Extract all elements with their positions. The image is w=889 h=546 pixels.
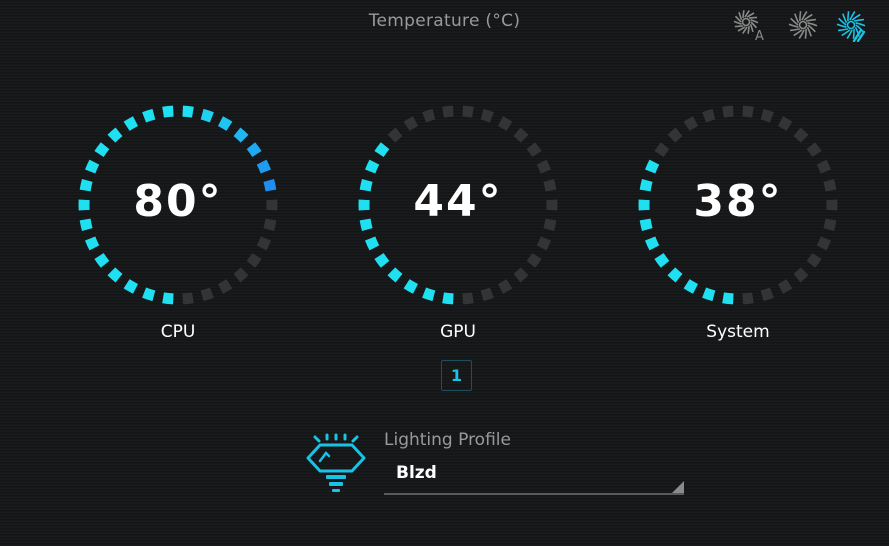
lighting-profile-icon	[300, 432, 372, 494]
system-gauge-label: System	[706, 322, 770, 342]
gauge-segment	[683, 279, 699, 294]
gauge-segment	[246, 252, 262, 268]
gauge-segment	[107, 127, 123, 143]
fan-mode-auto-button[interactable]: A	[732, 8, 766, 42]
gauge-segment	[246, 142, 262, 158]
fan-max-icon	[788, 11, 818, 39]
cpu-gauge-label: CPU	[160, 322, 196, 342]
gauge-segment	[722, 105, 734, 118]
gauge-segment	[387, 267, 403, 283]
gauge-segment	[654, 252, 670, 268]
gauge-segment	[497, 279, 513, 294]
gauge-segment	[107, 267, 123, 283]
svg-text:A: A	[755, 29, 764, 42]
dropdown-underline	[384, 493, 684, 495]
gauge-segment	[374, 142, 390, 158]
fan-auto-icon: A	[733, 10, 764, 42]
fan-custom-icon	[836, 11, 866, 42]
gauge-segment	[667, 127, 683, 143]
gauge-segment	[182, 292, 194, 305]
system-gauge: 38° System	[633, 100, 843, 342]
gauge-segment	[233, 267, 249, 283]
lighting-profile-value: Blzd	[396, 463, 437, 483]
gauge-segment	[256, 236, 271, 251]
gauge-segment	[742, 292, 754, 305]
gauge-segment	[123, 116, 139, 131]
fan-mode-max-button[interactable]	[786, 8, 820, 42]
gauge-segment	[760, 287, 774, 302]
gauge-segment	[442, 292, 454, 305]
gauge-segment	[645, 236, 660, 251]
gauge-segment	[365, 236, 380, 251]
gauge-segment	[536, 236, 551, 251]
cpu-gauge: 80° CPU	[73, 100, 283, 342]
gauge-segment	[462, 292, 474, 305]
gauge-segment	[702, 108, 716, 123]
gauge-segment	[94, 252, 110, 268]
gauge-segment	[422, 108, 436, 123]
gpu-gauge: 44° GPU	[353, 100, 563, 342]
gauge-segment	[374, 252, 390, 268]
gauge-segment	[123, 279, 139, 294]
gauge-segment	[806, 142, 822, 158]
gpu-gauge-label: GPU	[440, 322, 476, 342]
gauge-segment	[777, 116, 793, 131]
gauge-segment	[513, 127, 529, 143]
gpu-temperature-value: 44°	[413, 176, 503, 227]
gauge-segment	[403, 279, 419, 294]
lighting-profile-dropdown[interactable]: Blzd	[384, 455, 684, 495]
gauge-segment	[85, 159, 100, 174]
gauge-segment	[722, 292, 734, 305]
system-temperature-value: 38°	[693, 176, 783, 227]
gauge-segment	[442, 105, 454, 118]
gauge-segment	[256, 159, 271, 174]
gauge-segment	[200, 108, 214, 123]
gauge-segment	[403, 116, 419, 131]
gauge-segment	[217, 279, 233, 294]
gauge-segment	[793, 267, 809, 283]
cpu-temperature-value: 80°	[133, 176, 223, 227]
gauge-segment	[777, 279, 793, 294]
gauge-segment	[667, 267, 683, 283]
gauge-segment	[742, 105, 754, 118]
gauge-segment	[162, 105, 174, 118]
gauge-segment	[526, 142, 542, 158]
page-indicator[interactable]: 1	[441, 360, 472, 391]
gauge-segment	[702, 287, 716, 302]
dropdown-arrow-icon	[672, 481, 684, 493]
gauge-segment	[387, 127, 403, 143]
gauge-segment	[94, 142, 110, 158]
gauge-segment	[217, 116, 233, 131]
gauge-segment	[233, 127, 249, 143]
gauge-segment	[793, 127, 809, 143]
gauge-segment	[200, 287, 214, 302]
gauge-segment	[142, 108, 156, 123]
gauge-segment	[422, 287, 436, 302]
gauge-segment	[462, 105, 474, 118]
lighting-profile-label: Lighting Profile	[384, 430, 511, 450]
gauge-segment	[480, 287, 494, 302]
gauge-segment	[645, 159, 660, 174]
gauge-segment	[480, 108, 494, 123]
gauge-segment	[816, 159, 831, 174]
gauge-segment	[85, 236, 100, 251]
gauge-segment	[816, 236, 831, 251]
fan-mode-custom-button[interactable]	[834, 8, 868, 42]
gauge-segment	[497, 116, 513, 131]
gauge-segment	[365, 159, 380, 174]
gauge-segment	[526, 252, 542, 268]
gauge-segment	[536, 159, 551, 174]
gauge-segment	[142, 287, 156, 302]
gauge-segment	[162, 292, 174, 305]
gauge-segment	[182, 105, 194, 118]
gauge-segment	[806, 252, 822, 268]
gauge-segment	[654, 142, 670, 158]
gauge-segment	[760, 108, 774, 123]
gauge-segment	[683, 116, 699, 131]
gauge-segment	[513, 267, 529, 283]
